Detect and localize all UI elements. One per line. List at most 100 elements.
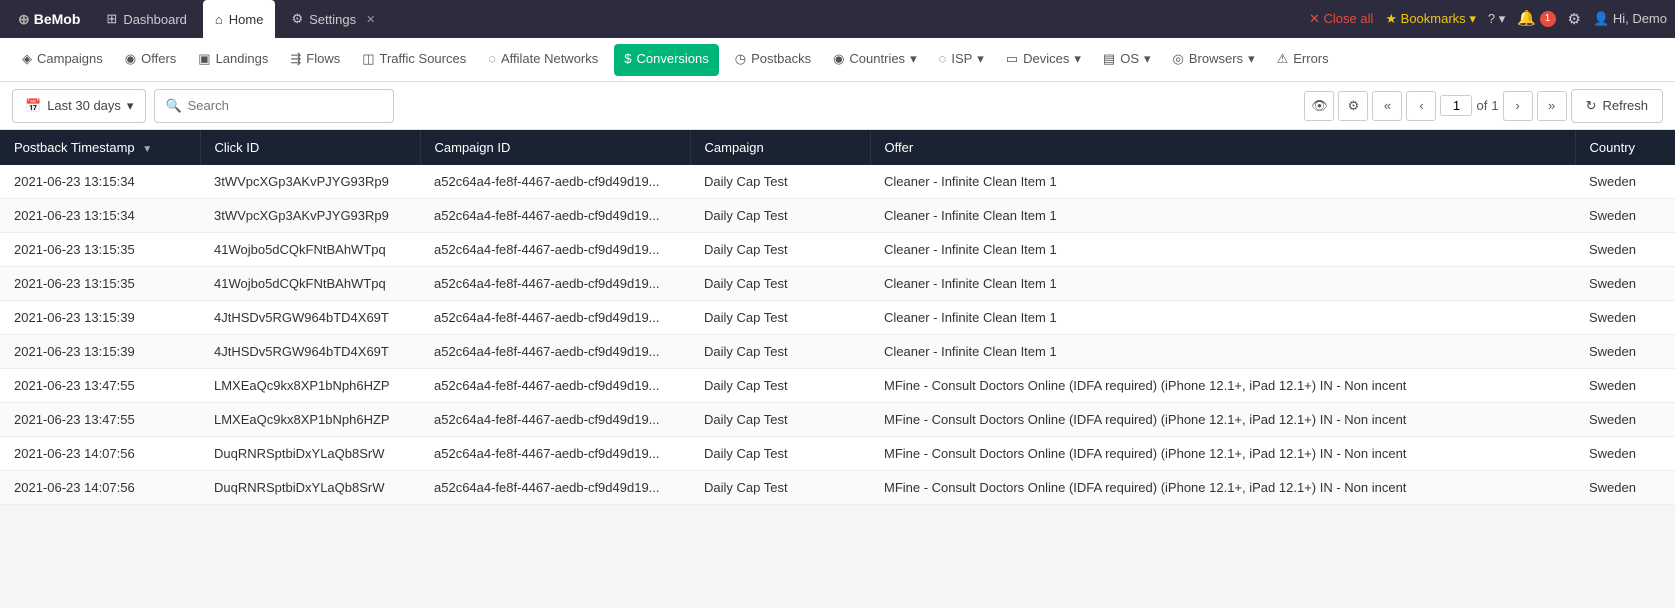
table-row[interactable]: 2021-06-23 13:47:55 LMXEaQc9kx8XP1bNph6H…: [0, 369, 1675, 403]
cell-offer: MFine - Consult Doctors Online (IDFA req…: [870, 471, 1575, 505]
errors-icon: ⚠: [1277, 51, 1289, 67]
sidebar-item-errors[interactable]: ⚠ Errors: [1267, 38, 1339, 82]
data-table-container: Postback Timestamp ▼ Click ID Campaign I…: [0, 130, 1675, 505]
sidebar-item-affiliate-networks[interactable]: ◌ Affilate Networks: [478, 38, 608, 82]
search-input[interactable]: [188, 98, 384, 113]
column-header-campaignid[interactable]: Campaign ID: [420, 130, 690, 165]
cell-country: Sweden: [1575, 233, 1675, 267]
dollar-icon: $: [624, 51, 631, 66]
prev-page-button[interactable]: ‹: [1406, 91, 1436, 121]
notifications-button[interactable]: 🔔 1: [1517, 9, 1555, 29]
cell-campaignid: a52c64a4-fe8f-4467-aedb-cf9d49d19...: [420, 471, 690, 505]
cell-timestamp: 2021-06-23 14:07:56: [0, 471, 200, 505]
cell-clickid: 3tWVpcXGp3AKvPJYG93Rp9: [200, 199, 420, 233]
settings-tab-close[interactable]: ✕: [366, 13, 375, 26]
devices-chevron-icon: ▾: [1074, 51, 1081, 67]
tab-home[interactable]: ⌂ Home: [203, 0, 276, 38]
table-row[interactable]: 2021-06-23 13:15:34 3tWVpcXGp3AKvPJYG93R…: [0, 199, 1675, 233]
sidebar-item-os[interactable]: ▤ OS ▾: [1093, 38, 1161, 82]
search-box[interactable]: 🔍: [154, 89, 394, 123]
tab-settings[interactable]: ⚙ Settings ✕: [279, 0, 387, 38]
bookmarks-button[interactable]: ★ Bookmarks ▾: [1385, 11, 1475, 27]
flows-icon: ⇶: [290, 51, 301, 67]
table-row[interactable]: 2021-06-23 14:07:56 DuqRNRSptbiDxYLaQb8S…: [0, 437, 1675, 471]
next-page-button[interactable]: ›: [1503, 91, 1533, 121]
cell-offer: MFine - Consult Doctors Online (IDFA req…: [870, 403, 1575, 437]
cell-campaignid: a52c64a4-fe8f-4467-aedb-cf9d49d19...: [420, 437, 690, 471]
postbacks-icon: ◷: [735, 51, 746, 67]
column-header-offer[interactable]: Offer: [870, 130, 1575, 165]
sidebar-item-traffic-sources[interactable]: ◫ Traffic Sources: [352, 38, 476, 82]
cell-offer: Cleaner - Infinite Clean Item 1: [870, 165, 1575, 199]
cell-clickid: LMXEaQc9kx8XP1bNph6HZP: [200, 403, 420, 437]
column-header-campaign[interactable]: Campaign: [690, 130, 870, 165]
date-range-button[interactable]: 📅 Last 30 days ▾: [12, 89, 146, 123]
cell-offer: MFine - Consult Doctors Online (IDFA req…: [870, 369, 1575, 403]
sidebar-item-devices[interactable]: ▭ Devices ▾: [996, 38, 1091, 82]
cell-country: Sweden: [1575, 165, 1675, 199]
settings-tab-icon: ⚙: [291, 11, 303, 27]
isp-chevron-icon: ▾: [977, 51, 984, 67]
last-page-icon: »: [1548, 98, 1555, 113]
help-button[interactable]: ? ▾: [1488, 11, 1505, 27]
cell-country: Sweden: [1575, 471, 1675, 505]
offers-icon: ◉: [125, 51, 136, 67]
sidebar-item-landings[interactable]: ▣ Landings: [188, 38, 278, 82]
sidebar-item-isp[interactable]: ◌ ISP ▾: [929, 38, 994, 82]
table-row[interactable]: 2021-06-23 14:07:56 DuqRNRSptbiDxYLaQb8S…: [0, 471, 1675, 505]
cell-timestamp: 2021-06-23 13:15:34: [0, 199, 200, 233]
sidebar-item-campaigns[interactable]: ◈ Campaigns: [12, 38, 113, 82]
browsers-chevron-icon: ▾: [1248, 51, 1255, 67]
first-page-icon: «: [1384, 98, 1391, 113]
home-icon: ⌂: [215, 12, 223, 27]
user-icon: 👤: [1593, 11, 1609, 26]
cell-timestamp: 2021-06-23 13:15:35: [0, 233, 200, 267]
first-page-button[interactable]: «: [1372, 91, 1402, 121]
sidebar-item-countries[interactable]: ◉ Countries ▾: [823, 38, 927, 82]
table-row[interactable]: 2021-06-23 13:15:39 4JtHSDv5RGW964bTD4X6…: [0, 301, 1675, 335]
sidebar-item-conversions[interactable]: $ Conversions: [614, 44, 719, 76]
logo-text: BeMob: [34, 11, 81, 27]
page-of-label: of: [1476, 98, 1487, 113]
cell-campaignid: a52c64a4-fe8f-4467-aedb-cf9d49d19...: [420, 369, 690, 403]
cell-campaign: Daily Cap Test: [690, 437, 870, 471]
bell-icon: 🔔: [1517, 10, 1536, 27]
browsers-icon: ◎: [1173, 51, 1184, 67]
next-icon: ›: [1515, 98, 1519, 113]
last-page-button[interactable]: »: [1537, 91, 1567, 121]
cell-campaign: Daily Cap Test: [690, 233, 870, 267]
page-number-input[interactable]: [1440, 95, 1472, 116]
cell-clickid: LMXEaQc9kx8XP1bNph6HZP: [200, 369, 420, 403]
sidebar-item-flows[interactable]: ⇶ Flows: [280, 38, 350, 82]
help-chevron-icon: ▾: [1499, 11, 1506, 26]
topbar: ⊕ BeMob ⊞ Dashboard ⌂ Home ⚙ Settings ✕ …: [0, 0, 1675, 38]
os-chevron-icon: ▾: [1144, 51, 1151, 67]
column-header-country[interactable]: Country: [1575, 130, 1675, 165]
cell-timestamp: 2021-06-23 14:07:56: [0, 437, 200, 471]
settings-icon[interactable]: ⚙: [1568, 10, 1581, 28]
sidebar-item-browsers[interactable]: ◎ Browsers ▾: [1163, 38, 1265, 82]
cell-campaign: Daily Cap Test: [690, 199, 870, 233]
table-row[interactable]: 2021-06-23 13:15:35 41Wojbo5dCQkFNtBAhWT…: [0, 233, 1675, 267]
toolbar: 📅 Last 30 days ▾ 🔍 👁 ⚙ « ‹ of 1 › »: [0, 82, 1675, 130]
sidebar-item-offers[interactable]: ◉ Offers: [115, 38, 187, 82]
eye-icon: 👁: [1311, 98, 1328, 114]
close-all-button[interactable]: ✕ Close all: [1309, 11, 1373, 27]
page-info: of 1: [1440, 95, 1498, 116]
cell-timestamp: 2021-06-23 13:15:39: [0, 301, 200, 335]
column-header-clickid[interactable]: Click ID: [200, 130, 420, 165]
table-row[interactable]: 2021-06-23 13:15:34 3tWVpcXGp3AKvPJYG93R…: [0, 165, 1675, 199]
column-header-timestamp[interactable]: Postback Timestamp ▼: [0, 130, 200, 165]
table-row[interactable]: 2021-06-23 13:15:39 4JtHSDv5RGW964bTD4X6…: [0, 335, 1675, 369]
user-menu[interactable]: 👤 Hi, Demo: [1593, 11, 1667, 27]
cell-offer: Cleaner - Infinite Clean Item 1: [870, 301, 1575, 335]
cell-timestamp: 2021-06-23 13:15:35: [0, 267, 200, 301]
refresh-button[interactable]: ↻ Refresh: [1571, 89, 1663, 123]
table-row[interactable]: 2021-06-23 13:15:35 41Wojbo5dCQkFNtBAhWT…: [0, 267, 1675, 301]
table-row[interactable]: 2021-06-23 13:47:55 LMXEaQc9kx8XP1bNph6H…: [0, 403, 1675, 437]
sidebar-item-postbacks[interactable]: ◷ Postbacks: [725, 38, 821, 82]
columns-settings-button[interactable]: ⚙: [1338, 91, 1368, 121]
navbar: ◈ Campaigns ◉ Offers ▣ Landings ⇶ Flows …: [0, 38, 1675, 82]
visibility-button[interactable]: 👁: [1304, 91, 1334, 121]
tab-dashboard[interactable]: ⊞ Dashboard: [94, 0, 199, 38]
